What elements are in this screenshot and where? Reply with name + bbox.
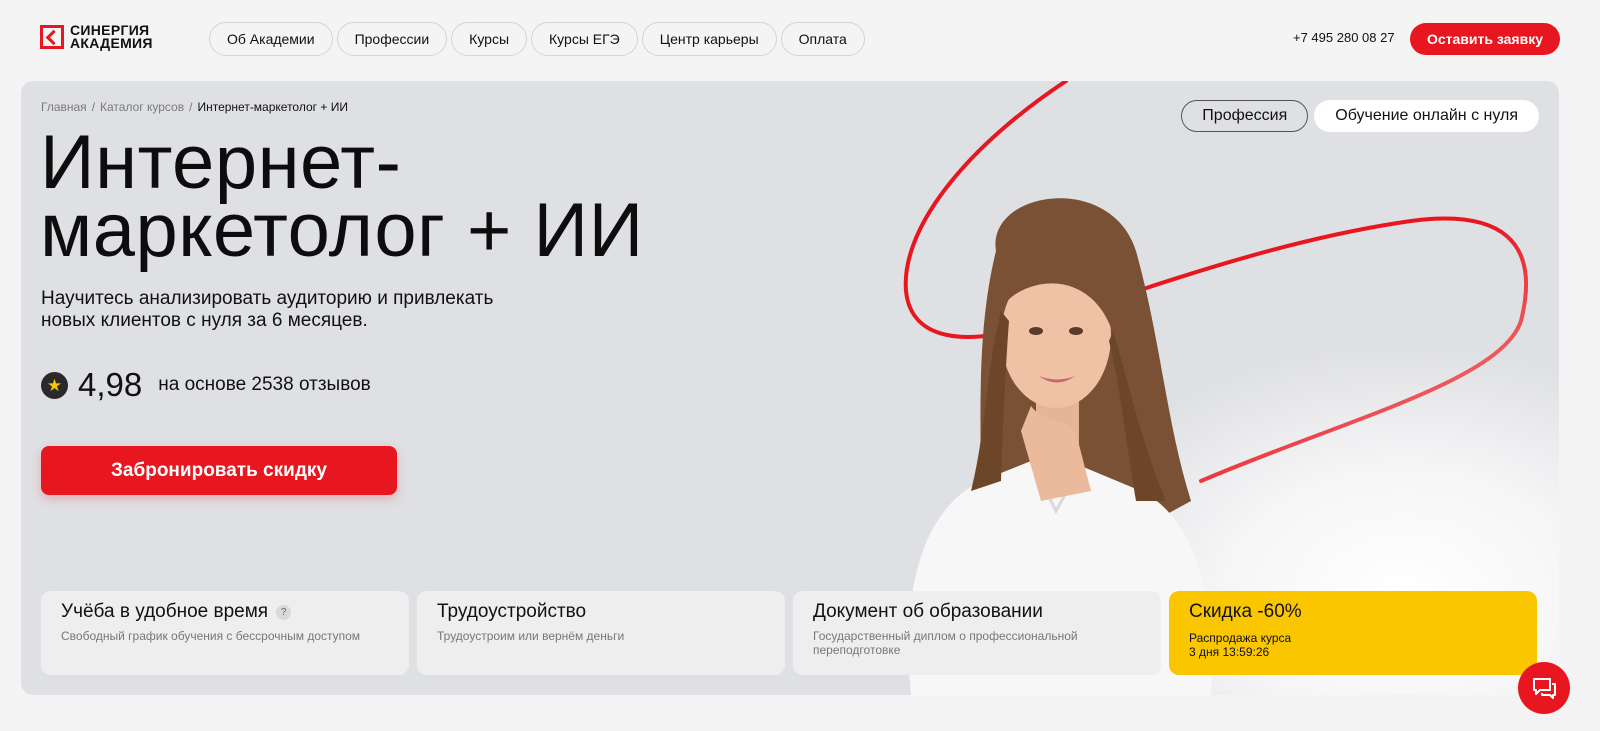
phone-link[interactable]: +7 495 280 08 27: [1293, 30, 1395, 45]
page-subtitle: Научитесь анализировать аудиторию и прив…: [41, 288, 561, 332]
breadcrumb: Главная / Каталог курсов / Интернет-марк…: [41, 100, 348, 114]
card-description: Свободный график обучения с бессрочным д…: [61, 629, 361, 643]
tag-profession: Профессия: [1181, 100, 1309, 132]
card-description: Распродажа курса 3 дня 13:59:26: [1189, 631, 1489, 659]
nav-courses[interactable]: Курсы: [451, 22, 528, 56]
breadcrumb-catalog[interactable]: Каталог курсов: [100, 100, 184, 114]
sale-label: Распродажа курса: [1189, 631, 1292, 645]
card-title: Скидка -60%: [1189, 601, 1302, 622]
leave-request-button[interactable]: Оставить заявку: [1410, 23, 1560, 55]
nav-professions[interactable]: Профессии: [336, 22, 448, 56]
book-discount-button[interactable]: Забронировать скидку: [41, 446, 397, 495]
tag-online-from-zero: Обучение онлайн с нуля: [1314, 100, 1539, 132]
subtitle-line2: новых клиентов с нуля за 6 месяцев.: [41, 310, 368, 331]
breadcrumb-current: Интернет-маркетолог + ИИ: [197, 100, 348, 114]
feature-card-flexible-time: Учёба в удобное время ? Свободный график…: [41, 591, 409, 675]
nav-about[interactable]: Об Академии: [209, 22, 333, 56]
feature-cards: Учёба в удобное время ? Свободный график…: [41, 591, 1537, 675]
rating-value: 4,98: [78, 366, 143, 403]
breadcrumb-separator: /: [91, 100, 96, 114]
logo-line2: АКАДЕМИЯ: [70, 35, 153, 51]
rating: ★ 4,98 на основе 2538 отзывов: [41, 366, 371, 404]
help-icon[interactable]: ?: [276, 604, 292, 620]
hero-section: Главная / Каталог курсов / Интернет-марк…: [21, 81, 1559, 695]
breadcrumb-separator: /: [189, 100, 193, 114]
title-line2: маркетолог + ИИ: [40, 188, 644, 273]
breadcrumb-home[interactable]: Главная: [41, 100, 87, 114]
chat-icon: [1533, 678, 1556, 699]
rating-reviews-text[interactable]: на основе 2538 отзывов: [158, 374, 371, 396]
card-title: Учёба в удобное время: [61, 601, 269, 622]
subtitle-line1: Научитесь анализировать аудиторию и прив…: [41, 288, 494, 309]
logo[interactable]: СИНЕРГИЯ АКАДЕМИЯ: [40, 23, 153, 51]
card-title: Документ об образовании: [813, 601, 1043, 622]
chat-button[interactable]: [1518, 662, 1570, 714]
page-title: Интернет- маркетолог + ИИ: [40, 125, 740, 269]
card-title: Трудоустройство: [437, 601, 587, 622]
course-tags: Профессия Обучение онлайн с нуля: [1181, 100, 1539, 132]
sale-countdown: 3 дня 13:59:26: [1189, 645, 1270, 659]
logo-text: СИНЕРГИЯ АКАДЕМИЯ: [70, 23, 153, 51]
feature-card-discount[interactable]: Скидка -60% Распродажа курса 3 дня 13:59…: [1169, 591, 1537, 675]
feature-card-diploma: Документ об образовании Государственный …: [793, 591, 1161, 675]
logo-mark-icon: [40, 25, 64, 49]
nav-ege-courses[interactable]: Курсы ЕГЭ: [531, 22, 638, 56]
card-description: Государственный диплом о профессионально…: [813, 629, 1078, 657]
card-description: Трудоустроим или вернём деньги: [437, 629, 625, 643]
feature-card-employment: Трудоустройство Трудоустроим или вернём …: [417, 591, 785, 675]
nav-payment[interactable]: Оплата: [780, 22, 865, 56]
nav-career-center[interactable]: Центр карьеры: [641, 22, 777, 56]
main-nav: Об Академии Профессии Курсы Курсы ЕГЭ Це…: [209, 22, 865, 56]
site-header: СИНЕРГИЯ АКАДЕМИЯ Об Академии Профессии …: [0, 0, 1600, 78]
star-icon: ★: [41, 371, 68, 399]
